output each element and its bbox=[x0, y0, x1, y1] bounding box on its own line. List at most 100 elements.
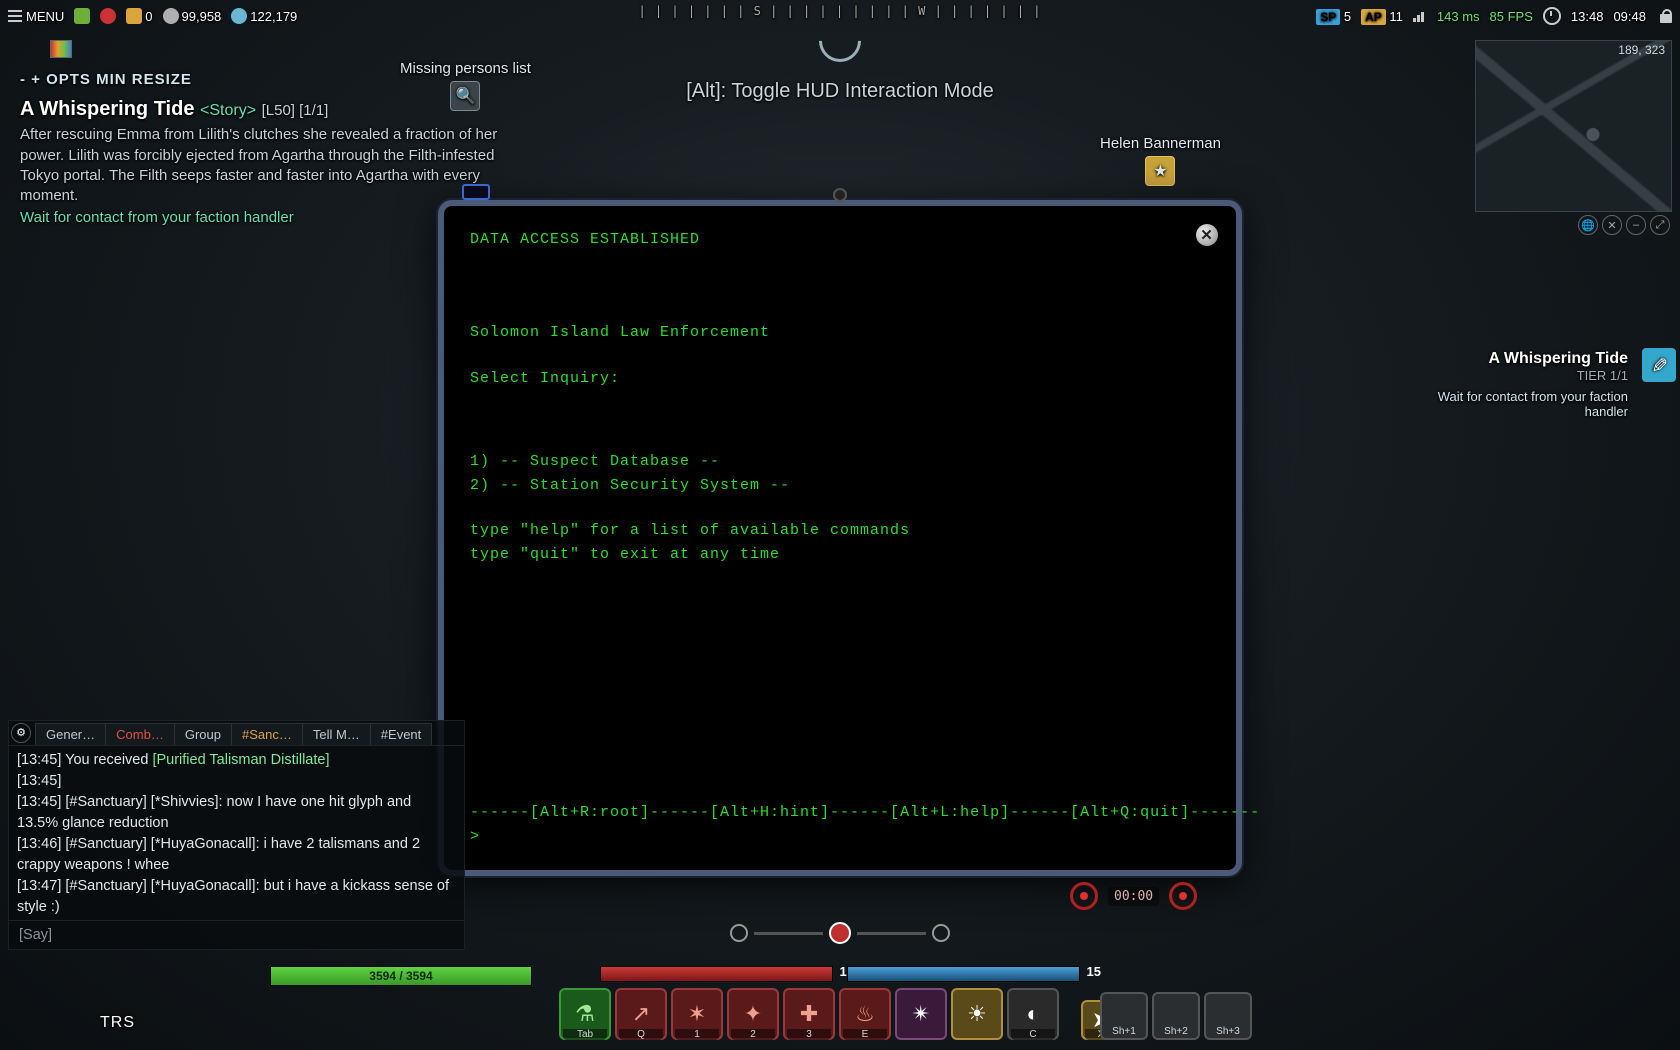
hamburger-icon bbox=[8, 10, 22, 22]
mission-type-tag: <Story> bbox=[200, 102, 256, 119]
mission-chip-icon bbox=[1642, 348, 1676, 382]
mission-chip[interactable]: A Whispering Tide TIER 1/1 Wait for cont… bbox=[1420, 350, 1670, 419]
gadget-slot[interactable]: Sh+3 bbox=[1204, 992, 1252, 1040]
time-game: 13:48 bbox=[1571, 9, 1604, 24]
mission-tracker-controls[interactable]: - + OPTS MIN RESIZE bbox=[20, 70, 520, 90]
currency-silver[interactable]: 99,958 bbox=[163, 8, 222, 24]
terminal-camera-icon bbox=[833, 188, 847, 202]
mission-title[interactable]: A Whispering Tide <Story> [L50] [1/1] bbox=[20, 96, 520, 123]
ability-slot[interactable]: ✴ bbox=[895, 988, 947, 1040]
minimap-globe-button[interactable]: 🌐 bbox=[1578, 215, 1598, 235]
ap-badge[interactable]: AP 11 bbox=[1361, 9, 1403, 24]
mission-title-text: A Whispering Tide bbox=[20, 98, 194, 120]
terminal-prompt[interactable]: > bbox=[470, 825, 480, 848]
ability-slot[interactable]: ⚗Tab bbox=[559, 988, 611, 1040]
minimap-coords: 189, 323 bbox=[1618, 43, 1665, 57]
clock-icon[interactable] bbox=[1543, 7, 1561, 25]
currency-gold[interactable]: 0 bbox=[126, 8, 152, 24]
ap-label: AP bbox=[1361, 9, 1386, 25]
resource-left: 15 bbox=[600, 966, 833, 982]
minimap-min-button[interactable]: – bbox=[1626, 215, 1646, 235]
chat-input[interactable]: [Say] bbox=[9, 920, 464, 949]
chat-tabs: ⚙ Gener… Comb… Group #Sanc… Tell M… #Eve… bbox=[9, 721, 464, 746]
currency-gold-value: 0 bbox=[145, 9, 152, 24]
compass-ticks: | | | | | | | S | | | | | | | | | W | | … bbox=[540, 4, 1140, 18]
mission-description: After rescuing Emma from Lilith's clutch… bbox=[20, 125, 520, 206]
lock-icon[interactable] bbox=[1660, 9, 1672, 23]
chat-line: [13:45] [#Sanctuary] [*Shivvies]: now I … bbox=[17, 792, 456, 834]
chat-line: [13:47] [#Sanctuary] [*HuyaGonacall]: bu… bbox=[17, 876, 456, 918]
gold-icon bbox=[126, 8, 142, 24]
terminal-option-2[interactable]: 2) -- Station Security System -- bbox=[470, 474, 1210, 497]
terminal-close-button[interactable]: ✕ bbox=[1196, 224, 1218, 246]
inventory-icon[interactable] bbox=[50, 40, 72, 58]
chat-tab-sanctuary[interactable]: #Sanc… bbox=[231, 723, 303, 745]
ability-slot[interactable]: ☀ bbox=[951, 988, 1003, 1040]
minimap-max-button[interactable]: ⤢ bbox=[1650, 215, 1670, 235]
chat-line: [13:45] You received [Purified Talisman … bbox=[17, 750, 456, 771]
ability-slot[interactable]: ↗Q bbox=[615, 988, 667, 1040]
mission-chip-objective: Wait for contact from your faction handl… bbox=[1420, 389, 1628, 419]
sp-badge[interactable]: SP 5 bbox=[1316, 9, 1351, 24]
sp-value: 5 bbox=[1344, 9, 1351, 24]
resource-bars: 15 15 bbox=[600, 966, 1080, 982]
record-time: 00:00 bbox=[1108, 887, 1159, 906]
weapon-active-icon bbox=[829, 922, 851, 944]
chat-line: [13:46] [#Sanctuary] [*HuyaGonacall]: i … bbox=[17, 834, 456, 876]
record-button[interactable] bbox=[1070, 882, 1098, 910]
terminal-option-1[interactable]: 1) -- Suspect Database -- bbox=[470, 450, 1210, 473]
npc-label[interactable]: Helen Bannerman ★ bbox=[1100, 135, 1221, 186]
gift-icon[interactable] bbox=[100, 8, 116, 24]
terminal-help-2: type "quit" to exit at any time bbox=[470, 543, 1210, 566]
hp-text: 3594 / 3594 bbox=[271, 967, 531, 985]
terminal-select-label: Select Inquiry: bbox=[470, 367, 1210, 390]
ability-slot[interactable]: ◐C bbox=[1007, 988, 1059, 1040]
chat-log[interactable]: [13:45] You received [Purified Talisman … bbox=[9, 746, 464, 920]
recording-indicator: 00:00 bbox=[1070, 882, 1197, 910]
terminal-shortcut-bar: ------[Alt+R:root]------[Alt+H:hint]----… bbox=[470, 801, 1210, 824]
signal-icon bbox=[1413, 10, 1427, 22]
gadget-slot[interactable]: Sh+2 bbox=[1152, 992, 1200, 1040]
terminal-led-icon bbox=[462, 184, 490, 200]
chat-tab-event[interactable]: #Event bbox=[370, 723, 432, 745]
terminal-org: Solomon Island Law Enforcement bbox=[470, 321, 1210, 344]
resource-right-value: 15 bbox=[1087, 964, 1101, 979]
record-stop-button[interactable] bbox=[1169, 882, 1197, 910]
chat-tab-group[interactable]: Group bbox=[174, 723, 232, 745]
currency-anima-value: 122,179 bbox=[250, 9, 297, 24]
chat-tab-combat[interactable]: Comb… bbox=[105, 723, 175, 745]
ability-slot[interactable]: ♨E bbox=[839, 988, 891, 1040]
mission-chip-tier: TIER 1/1 bbox=[1420, 368, 1628, 383]
time-real: 09:48 bbox=[1613, 9, 1646, 24]
anima-icon bbox=[231, 8, 247, 24]
npc-name: Helen Bannerman bbox=[1100, 135, 1221, 152]
menu-label: MENU bbox=[26, 9, 64, 24]
minimap[interactable]: 189, 323 bbox=[1475, 40, 1672, 212]
currency-anima[interactable]: 122,179 bbox=[231, 8, 297, 24]
faction-icon[interactable] bbox=[74, 8, 90, 24]
hp-bar: 3594 / 3594 bbox=[270, 966, 532, 986]
ping-value: 143 ms bbox=[1437, 9, 1480, 24]
chat-window[interactable]: ⚙ Gener… Comb… Group #Sanc… Tell M… #Eve… bbox=[8, 720, 465, 950]
weapon-node-icon bbox=[932, 924, 950, 942]
ability-slot[interactable]: ✦2 bbox=[727, 988, 779, 1040]
menu-button[interactable]: MENU bbox=[8, 9, 64, 24]
resource-right: 15 bbox=[847, 966, 1080, 982]
chat-tab-tell[interactable]: Tell M… bbox=[302, 723, 371, 745]
gadget-bar: Sh+1Sh+2Sh+3 bbox=[1100, 992, 1252, 1040]
ability-slot[interactable]: ✶1 bbox=[671, 988, 723, 1040]
mission-level: [L50] [1/1] bbox=[262, 102, 329, 119]
player-name: TRS bbox=[100, 1014, 135, 1032]
silver-icon bbox=[163, 8, 179, 24]
ability-bar: ⚗Tab↗Q✶1✦2✚3♨E✴☀◐C➤X bbox=[559, 988, 1121, 1040]
weapon-bar bbox=[730, 926, 950, 940]
chat-tab-general[interactable]: Gener… bbox=[35, 723, 106, 745]
terminal-window[interactable]: ✕ DATA ACCESS ESTABLISHED Solomon Island… bbox=[438, 200, 1242, 876]
minimap-close-button[interactable]: ✕ bbox=[1602, 215, 1622, 235]
sp-label: SP bbox=[1316, 9, 1340, 25]
weapon-node-icon bbox=[730, 924, 748, 942]
ability-slot[interactable]: ✚3 bbox=[783, 988, 835, 1040]
chat-settings-button[interactable]: ⚙ bbox=[11, 723, 31, 743]
fps-value: 85 FPS bbox=[1490, 9, 1533, 24]
gadget-slot[interactable]: Sh+1 bbox=[1100, 992, 1148, 1040]
